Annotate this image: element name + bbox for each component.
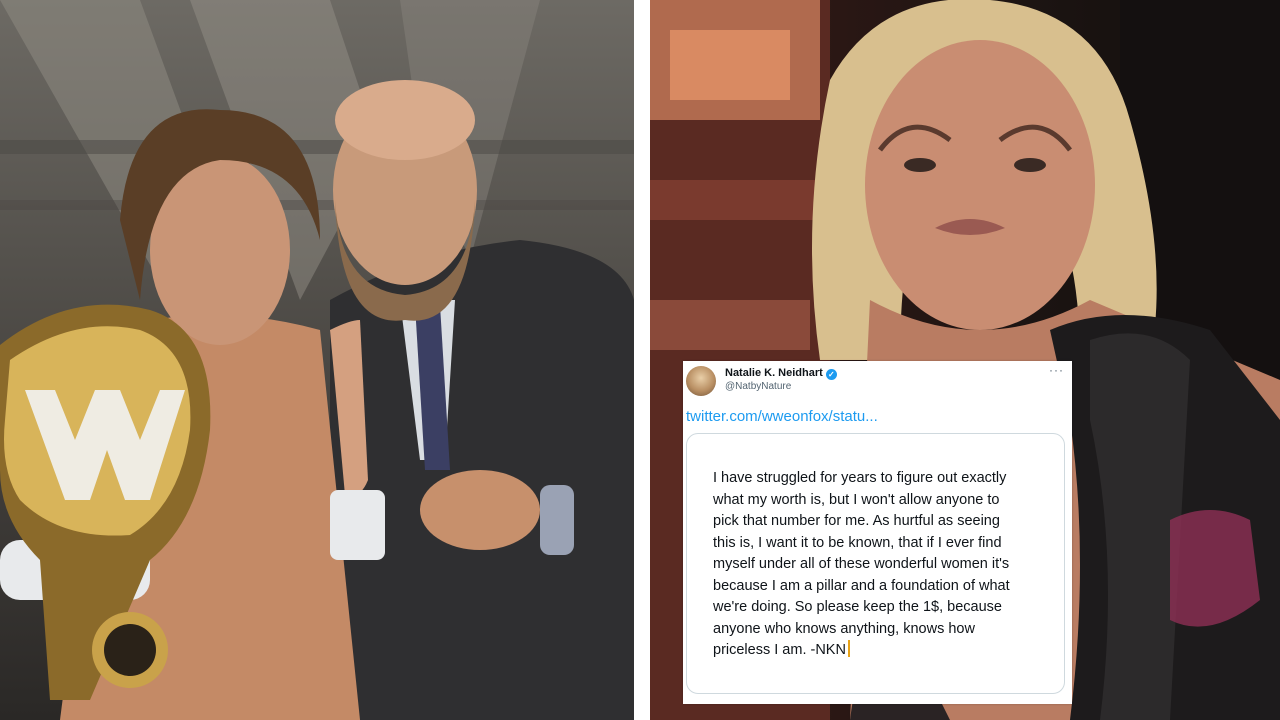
quote-line: pick that number for me. As hurtful as s… (713, 513, 1000, 529)
quote-line: we're doing. So please keep the 1$, beca… (713, 599, 1002, 615)
text-cursor (847, 640, 850, 657)
quote-line: I have struggled for years to figure out… (713, 470, 1007, 486)
quote-line-last-text: priceless I am. -NKN (713, 642, 846, 658)
verified-badge-icon: ✓ (825, 369, 837, 380)
tweet-card[interactable]: Natalie K. Neidhart ✓ @NatbyNature ··· tw… (683, 361, 1072, 704)
panel-divider (634, 0, 650, 720)
avatar[interactable] (686, 366, 716, 396)
display-name[interactable]: Natalie K. Neidhart (725, 367, 823, 379)
quote-line-last: priceless I am. -NKN (713, 640, 1043, 662)
quoted-text-box: I have struggled for years to figure out… (686, 433, 1065, 694)
left-photo-scene (0, 0, 634, 720)
quote-line: what my worth is, but I won't allow anyo… (713, 491, 1000, 508)
tweet-link[interactable]: twitter.com/wweonfox/statu... (686, 408, 878, 425)
handle[interactable]: @NatbyNature (725, 381, 791, 392)
quoted-text: I have struggled for years to figure out… (713, 468, 1043, 662)
ellipsis-icon[interactable]: ··· (1049, 363, 1064, 377)
left-photo (0, 0, 634, 720)
quote-line: myself under all of these wonderful wome… (713, 556, 1010, 572)
quote-line: this is, I want it to be known, that if … (713, 534, 1002, 551)
quote-line: anyone who knows anything, knows how (713, 620, 975, 637)
tweet-author-row[interactable]: Natalie K. Neidhart ✓ (725, 367, 837, 380)
quote-line: because I am a pillar and a foundation o… (713, 577, 1010, 594)
